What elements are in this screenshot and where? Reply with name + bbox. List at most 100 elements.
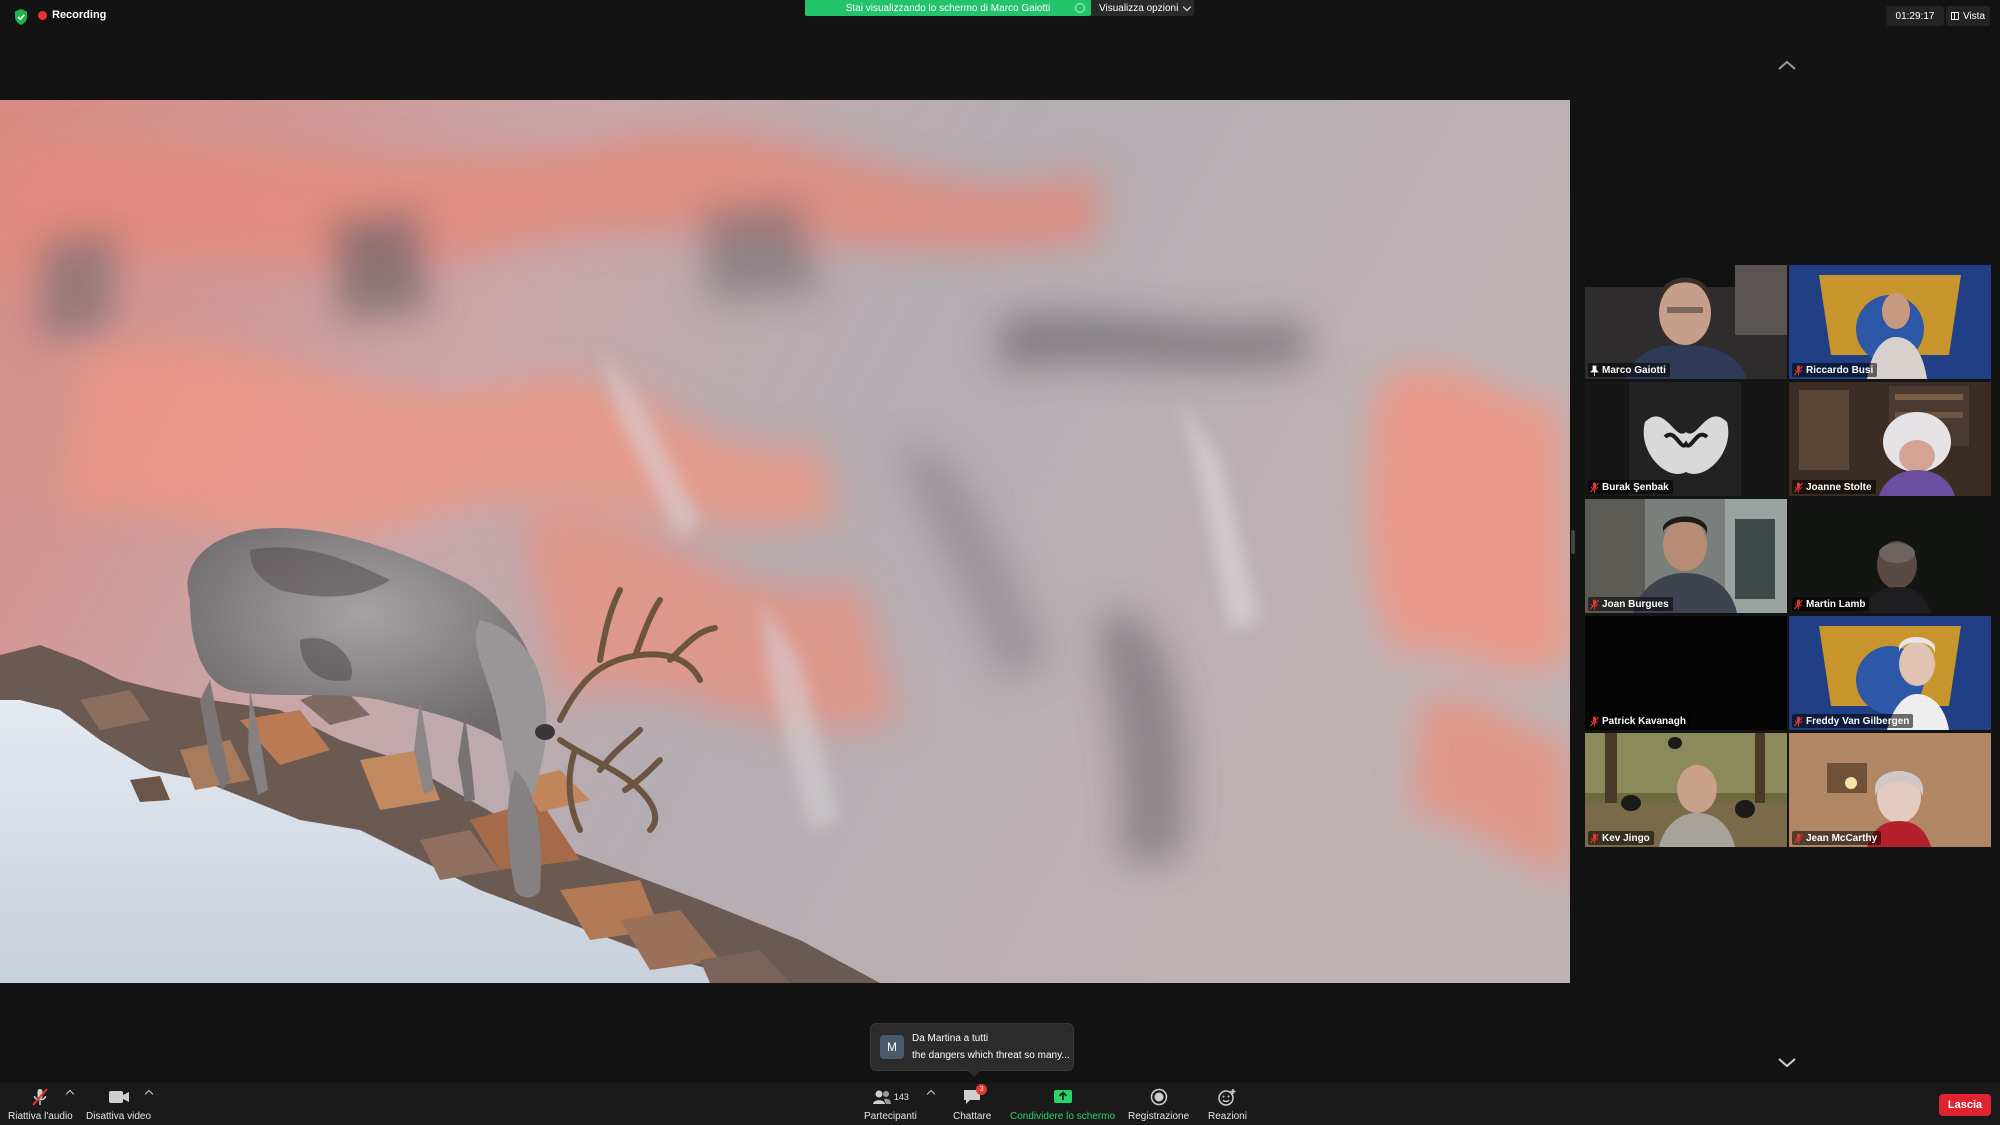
mic-muted-icon <box>1590 482 1599 492</box>
mic-muted-icon <box>1794 833 1803 843</box>
participants-count: 143 <box>893 1092 909 1102</box>
record-label: Registrazione <box>1128 1111 1190 1122</box>
participant-video <box>1789 265 1991 379</box>
recording-label: Recording <box>52 9 107 21</box>
participant-tile[interactable]: Patrick Kavanagh <box>1585 616 1787 730</box>
share-screen-icon <box>1053 1090 1072 1103</box>
record-icon <box>1150 1088 1167 1106</box>
participant-name-tag: Marco Gaiotti <box>1588 363 1670 377</box>
share-screen-label: Condividere lo schermo <box>1010 1111 1116 1122</box>
view-options-label: Visualizza opzioni <box>1099 2 1179 14</box>
participant-video <box>1585 499 1787 613</box>
share-screen-button[interactable]: Condividere lo schermo <box>1010 1087 1115 1122</box>
mic-muted-icon <box>1590 599 1599 609</box>
participant-tile[interactable]: Martin Lamb <box>1789 499 1991 613</box>
leave-button[interactable]: Lascia <box>1939 1094 1991 1116</box>
participants-options-caret-icon[interactable] <box>926 1089 936 1099</box>
chat-button[interactable]: 3 Chattare <box>953 1084 992 1122</box>
scroll-up-icon[interactable] <box>1776 54 1798 76</box>
recording-dot-icon <box>38 10 47 20</box>
mic-muted-icon <box>1794 599 1803 609</box>
participant-video <box>1789 616 1991 730</box>
participant-video <box>1789 499 1991 613</box>
chat-message-preview: the dangers which threat so many... <box>912 1050 1070 1061</box>
participant-gallery: Marco Gaiotti Riccardo Busi Burak Şenbak… <box>1585 265 1991 849</box>
mic-muted-icon <box>1794 365 1803 375</box>
unmute-label: Riattiva l'audio <box>8 1111 73 1122</box>
participant-name-tag: Freddy Van Gilbergen <box>1792 714 1914 728</box>
leave-label: Lascia <box>1947 1099 1983 1111</box>
chat-unread-badge: 3 <box>976 1084 988 1095</box>
participant-name-tag: Martin Lamb <box>1792 597 1870 611</box>
participant-tile[interactable]: Freddy Van Gilbergen <box>1789 616 1991 730</box>
participants-icon <box>872 1090 891 1104</box>
share-banner-text: Stai visualizzando lo schermo di Marco G… <box>845 2 1051 14</box>
participant-name: Joanne Stolte <box>1806 481 1872 493</box>
reindeer-photo <box>0 100 1570 983</box>
chevron-down-icon <box>1183 2 1192 11</box>
meeting-controls-toolbar: Riattiva l'audio Disattiva video 143 Par… <box>0 1083 2000 1125</box>
unmute-button[interactable]: Riattiva l'audio <box>8 1087 73 1122</box>
participant-video <box>1585 265 1787 379</box>
participant-name: Kev Jingo <box>1602 832 1650 844</box>
chat-label: Chattare <box>953 1111 992 1122</box>
participant-tile[interactable]: Marco Gaiotti <box>1585 265 1787 379</box>
participant-tile[interactable]: Burak Şenbak <box>1585 382 1787 496</box>
participant-name-tag: Jean McCarthy <box>1792 831 1882 845</box>
participant-tile[interactable]: Joan Burgues <box>1585 499 1787 613</box>
participants-label: Partecipanti <box>864 1111 917 1122</box>
mic-muted-icon <box>32 1088 49 1106</box>
participant-name-tag: Kev Jingo <box>1588 831 1654 845</box>
avatar: M <box>880 1035 904 1059</box>
mic-muted-icon <box>1794 482 1803 492</box>
timer-text: 01:29:17 <box>1895 10 1935 22</box>
share-status-icon <box>1075 3 1085 13</box>
participant-video <box>1585 616 1787 730</box>
participant-name: Burak Şenbak <box>1602 481 1669 493</box>
participant-name: Riccardo Busi <box>1806 364 1874 376</box>
smiley-plus-icon <box>1218 1089 1236 1106</box>
panel-resize-handle[interactable] <box>1571 530 1575 554</box>
participant-name-tag: Burak Şenbak <box>1588 480 1673 494</box>
record-button[interactable]: Registrazione <box>1128 1087 1189 1122</box>
reactions-button[interactable]: Reazioni <box>1208 1087 1247 1122</box>
participant-tile[interactable]: Jean McCarthy <box>1789 733 1991 847</box>
mic-muted-icon <box>1590 833 1599 843</box>
view-button-label: Vista <box>1962 10 1986 22</box>
participant-tile[interactable]: Kev Jingo <box>1585 733 1787 847</box>
meeting-timer: 01:29:17 <box>1886 6 1944 26</box>
screen-share-banner: Stai visualizzando lo schermo di Marco G… <box>805 0 1091 16</box>
participant-name: Freddy Van Gilbergen <box>1806 715 1910 727</box>
mic-muted-icon <box>1590 716 1599 726</box>
shared-screen-content <box>0 100 1570 983</box>
participant-name: Joan Burgues <box>1602 598 1669 610</box>
chat-notification[interactable]: M Da Martina a tutti the dangers which t… <box>870 1023 1074 1077</box>
participant-name-tag: Patrick Kavanagh <box>1588 714 1690 728</box>
participant-tile[interactable]: Joanne Stolte <box>1789 382 1991 496</box>
participant-name: Martin Lamb <box>1806 598 1866 610</box>
stop-video-button[interactable]: Disattiva video <box>86 1087 151 1122</box>
participant-video <box>1789 733 1991 847</box>
chat-sender: Da Martina a tutti <box>912 1033 989 1044</box>
participant-video <box>1585 733 1787 847</box>
zoom-meeting-window: Recording Stai visualizzando lo schermo … <box>0 0 2000 1125</box>
participant-tile[interactable]: Riccardo Busi <box>1789 265 1991 379</box>
participant-name-tag: Joan Burgues <box>1588 597 1673 611</box>
mic-muted-icon <box>1794 716 1803 726</box>
participant-name: Marco Gaiotti <box>1602 364 1666 376</box>
participant-name: Jean McCarthy <box>1806 832 1878 844</box>
view-button[interactable]: Vista <box>1946 6 1990 26</box>
participant-name-tag: Joanne Stolte <box>1792 480 1876 494</box>
reactions-label: Reazioni <box>1208 1111 1247 1122</box>
scroll-down-icon[interactable] <box>1776 1052 1798 1074</box>
participants-button[interactable]: 143 Partecipanti <box>864 1087 917 1122</box>
security-shield-icon[interactable] <box>14 9 28 25</box>
participant-name: Patrick Kavanagh <box>1602 715 1686 727</box>
participant-video <box>1585 382 1787 496</box>
recording-indicator[interactable]: Recording <box>38 9 106 21</box>
participant-name-tag: Riccardo Busi <box>1792 363 1878 377</box>
participant-video <box>1789 382 1991 496</box>
grid-view-icon <box>1950 12 1959 20</box>
video-camera-icon <box>108 1091 129 1103</box>
view-options-button[interactable]: Visualizza opzioni <box>1091 0 1194 16</box>
